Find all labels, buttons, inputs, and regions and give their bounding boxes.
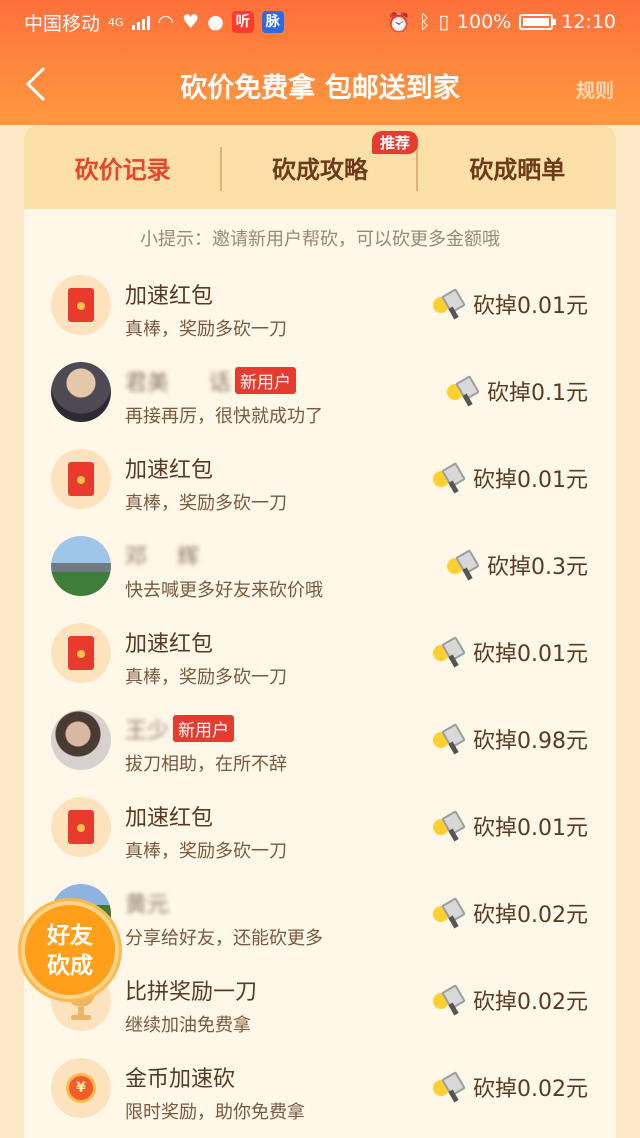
avatar xyxy=(51,362,111,422)
tab-bar: 砍价记录 砍成攻略 砍成晒单 推荐 xyxy=(24,125,616,209)
record-message: 拔刀相助，在所不辞 xyxy=(125,754,287,775)
message-icon: ● xyxy=(207,11,224,33)
record-amount: 砍掉0.01元 xyxy=(433,810,588,842)
record-amount: 砍掉0.1元 xyxy=(447,375,588,407)
float-button-line1: 好友 xyxy=(47,923,93,949)
wifi-icon: ◠ xyxy=(157,11,175,33)
record-name: 金币加速砍 xyxy=(125,1067,236,1092)
record-name: 加速红包 xyxy=(125,458,214,483)
cleaver-icon xyxy=(433,984,467,1016)
cleaver-icon xyxy=(433,288,467,320)
record-name: 王少 新用户 xyxy=(125,713,235,745)
record-amount: 砍掉0.98元 xyxy=(433,723,588,755)
bluetooth-icon: ᛒ xyxy=(419,11,431,33)
record-message: 真棒，奖励多砍一刀 xyxy=(125,493,287,514)
record-amount: 砍掉0.02元 xyxy=(433,984,588,1016)
cleaver-icon xyxy=(433,897,467,929)
tip-text: 小提示：邀请新用户帮砍，可以砍更多金额哦 xyxy=(140,229,500,250)
tab-success-showcase[interactable]: 砍成晒单 xyxy=(419,125,616,209)
cleaver-icon xyxy=(433,636,467,668)
tab-divider xyxy=(220,147,222,191)
battery-percent: 100% xyxy=(456,11,512,33)
record-list: 加速红包 真棒，奖励多砍一刀 砍掉0.01元 君美话新用户 再接再厉，很快就成功… xyxy=(24,268,616,1138)
cleaver-icon xyxy=(447,375,481,407)
cleaver-icon xyxy=(433,1071,467,1103)
vibrate-icon: ▯ xyxy=(438,11,449,33)
list-item: 邓辉 快去喊更多好友来砍价哦 砍掉0.3元 xyxy=(24,529,616,616)
new-user-badge: 新用户 xyxy=(173,715,235,742)
record-amount: 砍掉0.02元 xyxy=(433,1071,588,1103)
record-name: 邓辉 xyxy=(125,545,200,570)
gold-coin-icon: ¥ xyxy=(51,1058,111,1118)
app-notification-icon: 听 xyxy=(231,11,254,33)
cleaver-icon xyxy=(447,549,481,581)
new-user-badge: 新用户 xyxy=(235,367,297,394)
alarm-icon: ⏰ xyxy=(387,11,412,34)
list-item: 加速红包 真棒，奖励多砍一刀 砍掉0.01元 xyxy=(24,790,616,877)
tab-divider xyxy=(416,147,418,191)
header-bar: 中国移动 4G ◠ ♥ ● 听 脉 ⏰ ᛒ ▯ 100% 12:10 砍价免费拿… xyxy=(0,0,640,125)
red-packet-icon xyxy=(51,275,111,335)
record-name: 君美话新用户 xyxy=(125,365,297,397)
record-name: 黄元 xyxy=(125,893,170,918)
record-message: 真棒，奖励多砍一刀 xyxy=(125,841,287,862)
record-message: 快去喊更多好友来砍价哦 xyxy=(125,580,323,601)
avatar xyxy=(51,710,111,770)
float-button-line2: 砍成 xyxy=(47,953,93,979)
record-name: 加速红包 xyxy=(125,284,214,309)
tab-bargain-records[interactable]: 砍价记录 xyxy=(24,125,221,209)
record-message: 分享给好友，还能砍更多 xyxy=(125,928,323,949)
signal-icon xyxy=(131,14,150,30)
record-amount: 砍掉0.01元 xyxy=(433,462,588,494)
network-label: 4G xyxy=(108,15,124,29)
record-message: 真棒，奖励多砍一刀 xyxy=(125,667,287,688)
red-packet-icon xyxy=(51,797,111,857)
list-item: ¥ 金币加速砍 限时奖励，助你免费拿 砍掉0.02元 xyxy=(24,1051,616,1138)
rules-link[interactable]: 规则 xyxy=(576,76,614,103)
list-item: 君美话新用户 再接再厉，很快就成功了 砍掉0.1元 xyxy=(24,355,616,442)
record-name: 加速红包 xyxy=(125,806,214,831)
battery-icon xyxy=(519,14,557,30)
app-notification-icon: 脉 xyxy=(261,11,284,33)
list-item: 王少 新用户 拔刀相助，在所不辞 砍掉0.98元 xyxy=(24,703,616,790)
red-packet-icon xyxy=(51,449,111,509)
record-name: 加速红包 xyxy=(125,632,214,657)
status-bar: 中国移动 4G ◠ ♥ ● 听 脉 ⏰ ᛒ ▯ 100% 12:10 xyxy=(0,0,640,44)
record-amount: 砍掉0.02元 xyxy=(433,897,588,929)
list-item: 加速红包 真棒，奖励多砍一刀 砍掉0.01元 xyxy=(24,442,616,529)
cleaver-icon xyxy=(433,723,467,755)
navigation-bar: 砍价免费拿 包邮送到家 规则 xyxy=(0,44,640,125)
list-item: 加速红包 真棒，奖励多砍一刀 砍掉0.01元 xyxy=(24,268,616,355)
page-title: 砍价免费拿 包邮送到家 xyxy=(180,73,460,104)
record-message: 真棒，奖励多砍一刀 xyxy=(125,319,287,340)
record-amount: 砍掉0.3元 xyxy=(447,549,588,581)
record-amount: 砍掉0.01元 xyxy=(433,636,588,668)
record-message: 限时奖励，助你免费拿 xyxy=(125,1102,305,1123)
clock: 12:10 xyxy=(561,11,616,33)
record-message: 继续加油免费拿 xyxy=(125,1015,251,1036)
heart-icon: ♥ xyxy=(182,11,200,33)
carrier-label: 中国移动 xyxy=(24,12,101,35)
cleaver-icon xyxy=(433,810,467,842)
record-amount: 砍掉0.01元 xyxy=(433,288,588,320)
records-panel: 砍价记录 砍成攻略 砍成晒单 推荐 小提示：邀请新用户帮砍，可以砍更多金额哦 加… xyxy=(24,125,616,1138)
cleaver-icon xyxy=(433,462,467,494)
friends-success-button[interactable]: 好友 砍成 xyxy=(21,901,119,999)
list-item: 加速红包 真棒，奖励多砍一刀 砍掉0.01元 xyxy=(24,616,616,703)
recommend-badge: 推荐 xyxy=(372,131,419,154)
avatar xyxy=(51,536,111,596)
record-name: 比拼奖励一刀 xyxy=(125,980,258,1005)
red-packet-icon xyxy=(51,623,111,683)
record-message: 再接再厉，很快就成功了 xyxy=(125,406,323,427)
